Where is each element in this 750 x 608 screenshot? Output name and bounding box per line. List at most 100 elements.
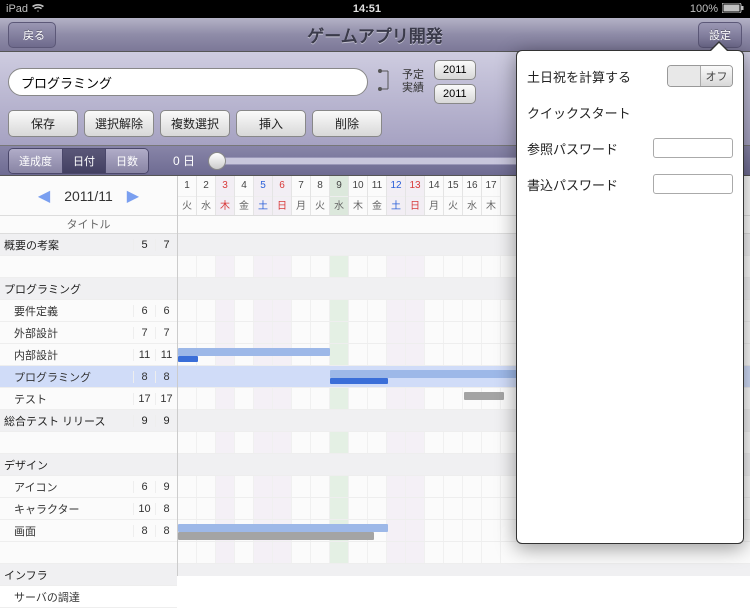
gantt-bar[interactable]: [178, 532, 374, 540]
day-number: 9: [330, 176, 348, 196]
day-of-week: 月: [425, 196, 443, 216]
gantt-bar[interactable]: [178, 348, 330, 356]
task-group-row[interactable]: インフラ: [0, 564, 177, 586]
write-password-input[interactable]: [653, 174, 733, 194]
seg-days[interactable]: 日数: [106, 149, 148, 173]
view-segmented-control: 達成度 日付 日数: [8, 148, 149, 174]
battery-pct: 100%: [690, 3, 718, 15]
calendar-day-col: 6日: [273, 176, 292, 215]
task-num2: 8: [155, 503, 177, 515]
schedule-labels: 予定 実績: [402, 69, 424, 95]
deselect-button[interactable]: 選択解除: [84, 110, 154, 137]
day-number: 4: [235, 176, 253, 196]
task-row[interactable]: サーバの調達: [0, 586, 177, 608]
task-num1: 6: [133, 305, 155, 317]
gantt-bar[interactable]: [178, 356, 198, 362]
insert-button[interactable]: 挿入: [236, 110, 306, 137]
task-row[interactable]: 内部設計1111: [0, 344, 177, 366]
settings-popover: 土日祝を計算する オフ クイックスタート 参照パスワード 書込パスワード: [516, 50, 744, 544]
actual-label: 実績: [402, 82, 424, 95]
task-name-label: 画面: [14, 523, 133, 539]
task-row[interactable]: [0, 432, 177, 454]
task-name-label: 外部設計: [14, 325, 133, 341]
task-num2: 9: [155, 415, 177, 427]
month-label: 2011/11: [64, 188, 113, 204]
day-of-week: 水: [463, 196, 481, 216]
calendar-day-col: 16水: [463, 176, 482, 215]
gantt-bar[interactable]: [330, 370, 530, 378]
task-name-label: アイコン: [14, 479, 133, 495]
task-list: 概要の考案57プログラミング要件定義66外部設計77内部設計1111プログラミン…: [0, 234, 177, 608]
day-number: 10: [349, 176, 367, 196]
ref-password-input[interactable]: [653, 138, 733, 158]
gantt-row[interactable]: [178, 564, 750, 576]
calc-holidays-label: 土日祝を計算する: [527, 67, 631, 86]
day-number: 6: [273, 176, 291, 196]
gantt-bar[interactable]: [464, 392, 504, 400]
day-of-week: 火: [444, 196, 462, 216]
slider-thumb[interactable]: [208, 152, 226, 170]
task-row[interactable]: プログラミング88: [0, 366, 177, 388]
carrier-label: iPad: [6, 3, 28, 15]
next-month-icon[interactable]: ▶: [127, 186, 139, 206]
seg-date[interactable]: 日付: [63, 149, 106, 173]
calendar-day-col: 14月: [425, 176, 444, 215]
prev-month-icon[interactable]: ◀: [38, 186, 50, 206]
plan-date-button[interactable]: 2011: [434, 60, 476, 80]
month-navigator: ◀ 2011/11 ▶: [0, 176, 177, 216]
day-number: 7: [292, 176, 310, 196]
save-button[interactable]: 保存: [8, 110, 78, 137]
task-row[interactable]: [0, 256, 177, 278]
task-num2: 7: [155, 327, 177, 339]
task-group-row[interactable]: 概要の考案57: [0, 234, 177, 256]
task-row[interactable]: 要件定義66: [0, 300, 177, 322]
task-name-label: 総合テスト リリース: [4, 413, 133, 429]
task-num1: 7: [133, 327, 155, 339]
seg-progress[interactable]: 達成度: [9, 149, 63, 173]
task-row[interactable]: 画面88: [0, 520, 177, 542]
task-num1: 17: [133, 393, 155, 405]
battery-icon: [722, 3, 744, 16]
delete-button[interactable]: 削除: [312, 110, 382, 137]
task-row[interactable]: アイコン69: [0, 476, 177, 498]
day-count-label: 0 日: [173, 152, 195, 169]
task-name-input[interactable]: [8, 68, 368, 96]
back-button[interactable]: 戻る: [8, 22, 56, 48]
title-column-header: タイトル: [0, 216, 177, 234]
task-num2: 11: [155, 349, 177, 361]
day-number: 17: [482, 176, 500, 196]
task-name-label: プログラミング: [14, 369, 133, 385]
day-of-week: 土: [387, 196, 405, 216]
actual-date-button[interactable]: 2011: [434, 84, 476, 104]
calc-holidays-toggle[interactable]: オフ: [667, 65, 733, 87]
write-password-label: 書込パスワード: [527, 175, 618, 194]
toggle-off-label: オフ: [700, 66, 732, 86]
task-group-row[interactable]: デザイン: [0, 454, 177, 476]
task-row[interactable]: テスト1717: [0, 388, 177, 410]
task-name-label: 内部設計: [14, 347, 133, 363]
day-of-week: 火: [311, 196, 329, 216]
ref-password-label: 参照パスワード: [527, 139, 618, 158]
multiselect-button[interactable]: 複数選択: [160, 110, 230, 137]
task-row[interactable]: キャラクター108: [0, 498, 177, 520]
calendar-day-col: 2水: [197, 176, 216, 215]
task-row[interactable]: 外部設計77: [0, 322, 177, 344]
day-number: 12: [387, 176, 405, 196]
day-number: 2: [197, 176, 215, 196]
nav-bar: 戻る ゲームアプリ開発 設定: [0, 18, 750, 52]
task-name-label: 概要の考案: [4, 237, 133, 253]
gantt-row[interactable]: [178, 542, 750, 564]
gantt-bar[interactable]: [330, 378, 388, 384]
task-num2: 17: [155, 393, 177, 405]
calendar-day-col: 17木: [482, 176, 501, 215]
day-of-week: 木: [482, 196, 500, 216]
task-group-row[interactable]: プログラミング: [0, 278, 177, 300]
task-row[interactable]: [0, 542, 177, 564]
calendar-day-col: 7月: [292, 176, 311, 215]
gantt-bar[interactable]: [178, 524, 388, 532]
quickstart-label[interactable]: クイックスタート: [527, 103, 631, 122]
plan-label: 予定: [402, 69, 424, 82]
task-num1: 9: [133, 415, 155, 427]
task-group-row[interactable]: 総合テスト リリース99: [0, 410, 177, 432]
calendar-day-col: 5土: [254, 176, 273, 215]
